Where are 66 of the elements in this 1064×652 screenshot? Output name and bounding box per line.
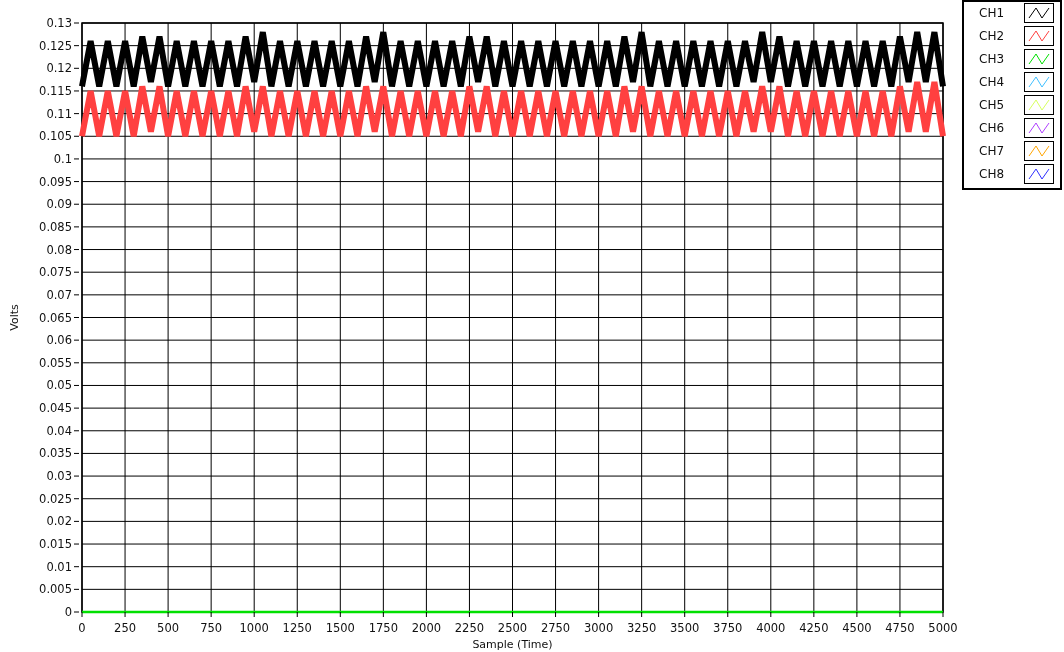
axis-tick-label: 0.11	[46, 106, 72, 121]
line-sample-icon	[1024, 141, 1054, 161]
axis-tick-label: 0.12	[46, 61, 72, 76]
line-sample-icon	[1024, 118, 1054, 138]
legend-label: CH5	[979, 98, 1005, 112]
legend-label: CH6	[979, 121, 1005, 135]
legend-label: CH7	[979, 144, 1005, 158]
axis-tick-label: 3000	[583, 621, 614, 635]
axis-tick-label: 0.075	[39, 265, 72, 280]
axis-tick-label: 1250	[282, 621, 312, 635]
axis-tick-label: 0.04	[46, 423, 72, 438]
axis-tick-label: 1500	[325, 621, 355, 635]
line-sample-icon	[1024, 72, 1054, 92]
axis-tick-label: 4500	[842, 621, 872, 635]
axis-tick-label: 0.035	[39, 446, 72, 461]
axis-tick-label: 0.015	[39, 537, 72, 552]
axis-tick-label: 0.025	[39, 491, 72, 506]
axis-tick-label: 0.065	[39, 310, 72, 325]
line-sample-icon	[1024, 26, 1054, 46]
axis-title: Volts	[8, 304, 21, 331]
axis-tick-label: 0.1	[53, 151, 72, 166]
axis-tick-label: 1750	[368, 621, 398, 635]
axis-tick-label: 0.08	[46, 242, 72, 257]
legend-label: CH8	[979, 167, 1005, 181]
axis-tick-label: 500	[157, 621, 180, 635]
axis-tick-label: 4000	[756, 621, 786, 635]
axis-tick-label: 0.13	[46, 16, 72, 30]
axis-tick-label: 0.125	[39, 38, 72, 53]
axis-tick-label: 3250	[627, 621, 657, 635]
line-sample-icon	[1024, 95, 1054, 115]
line-sample-icon	[1024, 49, 1054, 69]
axis-tick-label: 0.05	[46, 378, 72, 393]
axis-tick-label: 2500	[497, 621, 528, 635]
axis-tick-label: 2750	[540, 621, 571, 635]
axis-tick-label: 0.085	[39, 219, 72, 234]
axis-tick-label: 5000	[928, 621, 958, 635]
legend-label: CH4	[979, 75, 1005, 89]
axis-tick-label: 2250	[454, 621, 485, 635]
axis-tick-label: 2000	[411, 621, 442, 635]
axis-tick-label: 3750	[713, 621, 743, 635]
axis-tick-label: 750	[200, 621, 223, 635]
axis-tick-label: 0.045	[39, 401, 72, 416]
axis-tick-label: 0.09	[46, 197, 72, 212]
legend-label: CH3	[979, 52, 1005, 66]
axis-tick-label: 0.03	[46, 469, 72, 484]
axis-tick-label: 0.115	[39, 83, 72, 98]
axis-tick-label: 0.02	[46, 514, 72, 529]
axis-tick-label: 0.105	[39, 129, 72, 144]
axis-tick-label: 0	[64, 605, 72, 619]
axis-tick-label: 250	[114, 621, 137, 635]
legend-label: CH2	[979, 29, 1005, 43]
axis-tick-label: 1000	[239, 621, 269, 635]
axis-tick-label: 4250	[799, 621, 829, 635]
axis-title: Sample (Time)	[472, 638, 553, 651]
axis-tick-label: 0.07	[46, 287, 72, 302]
axis-tick-label: 3500	[670, 621, 700, 635]
axis-tick-label: 0.06	[46, 333, 72, 348]
legend-label: CH1	[979, 6, 1005, 20]
axis-tick-label: 0.01	[46, 559, 72, 574]
axis-tick-label: 4750	[885, 621, 915, 635]
line-sample-icon	[1024, 3, 1054, 23]
axis-tick-label: 0.055	[39, 355, 72, 370]
axis-tick-label: 0.095	[39, 174, 72, 189]
axis-tick-label: 0.005	[39, 582, 72, 597]
line-sample-icon	[1024, 164, 1054, 184]
axis-tick-label: 0	[78, 621, 86, 635]
